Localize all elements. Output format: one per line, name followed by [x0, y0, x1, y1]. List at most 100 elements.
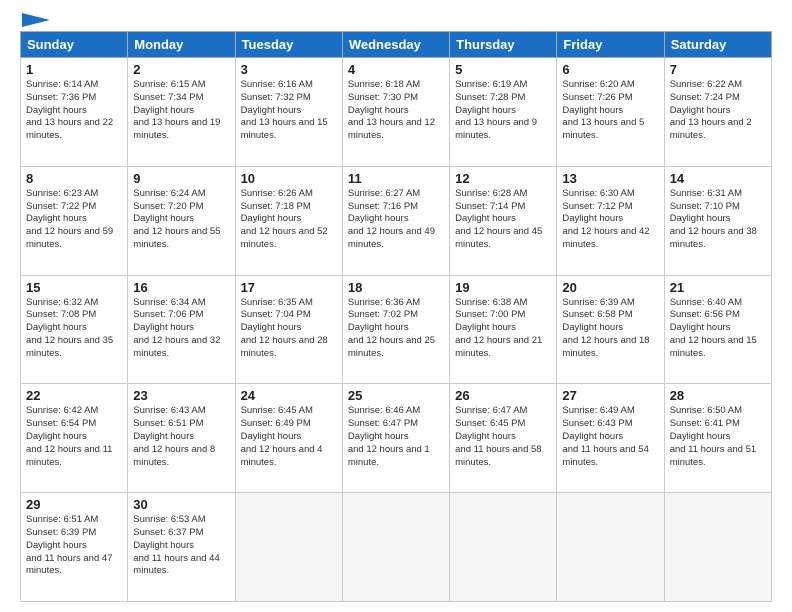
table-row: 17 Sunrise: 6:35 AM Sunset: 7:04 PM Dayl…: [235, 275, 342, 384]
day-info: Sunrise: 6:27 AM Sunset: 7:16 PM Dayligh…: [348, 188, 444, 252]
day-info: Sunrise: 6:47 AM Sunset: 6:45 PM Dayligh…: [455, 405, 551, 469]
day-info: Sunrise: 6:14 AM Sunset: 7:36 PM Dayligh…: [26, 79, 122, 143]
day-info: Sunrise: 6:39 AM Sunset: 6:58 PM Dayligh…: [562, 297, 658, 361]
table-row: 20 Sunrise: 6:39 AM Sunset: 6:58 PM Dayl…: [557, 275, 664, 384]
day-number: 9: [133, 171, 229, 186]
day-number: 2: [133, 62, 229, 77]
day-number: 14: [670, 171, 766, 186]
table-row: 11 Sunrise: 6:27 AM Sunset: 7:16 PM Dayl…: [342, 166, 449, 275]
table-row: 3 Sunrise: 6:16 AM Sunset: 7:32 PM Dayli…: [235, 58, 342, 167]
table-row: 5 Sunrise: 6:19 AM Sunset: 7:28 PM Dayli…: [450, 58, 557, 167]
day-number: 4: [348, 62, 444, 77]
day-info: Sunrise: 6:36 AM Sunset: 7:02 PM Dayligh…: [348, 297, 444, 361]
day-info: Sunrise: 6:45 AM Sunset: 6:49 PM Dayligh…: [241, 405, 337, 469]
day-info: Sunrise: 6:53 AM Sunset: 6:37 PM Dayligh…: [133, 514, 229, 578]
table-row: 6 Sunrise: 6:20 AM Sunset: 7:26 PM Dayli…: [557, 58, 664, 167]
table-row: [450, 493, 557, 602]
day-info: Sunrise: 6:23 AM Sunset: 7:22 PM Dayligh…: [26, 188, 122, 252]
table-row: 26 Sunrise: 6:47 AM Sunset: 6:45 PM Dayl…: [450, 384, 557, 493]
day-number: 18: [348, 280, 444, 295]
day-number: 12: [455, 171, 551, 186]
table-row: 19 Sunrise: 6:38 AM Sunset: 7:00 PM Dayl…: [450, 275, 557, 384]
table-row: 15 Sunrise: 6:32 AM Sunset: 7:08 PM Dayl…: [21, 275, 128, 384]
day-info: Sunrise: 6:49 AM Sunset: 6:43 PM Dayligh…: [562, 405, 658, 469]
day-info: Sunrise: 6:20 AM Sunset: 7:26 PM Dayligh…: [562, 79, 658, 143]
weekday-header-row: Sunday Monday Tuesday Wednesday Thursday…: [21, 32, 772, 58]
day-info: Sunrise: 6:38 AM Sunset: 7:00 PM Dayligh…: [455, 297, 551, 361]
day-number: 20: [562, 280, 658, 295]
table-row: [235, 493, 342, 602]
day-info: Sunrise: 6:42 AM Sunset: 6:54 PM Dayligh…: [26, 405, 122, 469]
header-monday: Monday: [128, 32, 235, 58]
day-number: 6: [562, 62, 658, 77]
day-info: Sunrise: 6:43 AM Sunset: 6:51 PM Dayligh…: [133, 405, 229, 469]
day-number: 19: [455, 280, 551, 295]
header-sunday: Sunday: [21, 32, 128, 58]
calendar-week-row: 8 Sunrise: 6:23 AM Sunset: 7:22 PM Dayli…: [21, 166, 772, 275]
day-number: 17: [241, 280, 337, 295]
day-info: Sunrise: 6:18 AM Sunset: 7:30 PM Dayligh…: [348, 79, 444, 143]
table-row: 22 Sunrise: 6:42 AM Sunset: 6:54 PM Dayl…: [21, 384, 128, 493]
day-info: Sunrise: 6:26 AM Sunset: 7:18 PM Dayligh…: [241, 188, 337, 252]
day-info: Sunrise: 6:30 AM Sunset: 7:12 PM Dayligh…: [562, 188, 658, 252]
table-row: 8 Sunrise: 6:23 AM Sunset: 7:22 PM Dayli…: [21, 166, 128, 275]
day-info: Sunrise: 6:19 AM Sunset: 7:28 PM Dayligh…: [455, 79, 551, 143]
day-number: 1: [26, 62, 122, 77]
day-number: 24: [241, 388, 337, 403]
day-number: 22: [26, 388, 122, 403]
table-row: 25 Sunrise: 6:46 AM Sunset: 6:47 PM Dayl…: [342, 384, 449, 493]
header-saturday: Saturday: [664, 32, 771, 58]
calendar-week-row: 22 Sunrise: 6:42 AM Sunset: 6:54 PM Dayl…: [21, 384, 772, 493]
table-row: 18 Sunrise: 6:36 AM Sunset: 7:02 PM Dayl…: [342, 275, 449, 384]
table-row: 14 Sunrise: 6:31 AM Sunset: 7:10 PM Dayl…: [664, 166, 771, 275]
day-info: Sunrise: 6:24 AM Sunset: 7:20 PM Dayligh…: [133, 188, 229, 252]
day-info: Sunrise: 6:31 AM Sunset: 7:10 PM Dayligh…: [670, 188, 766, 252]
day-info: Sunrise: 6:46 AM Sunset: 6:47 PM Dayligh…: [348, 405, 444, 469]
table-row: 16 Sunrise: 6:34 AM Sunset: 7:06 PM Dayl…: [128, 275, 235, 384]
table-row: 28 Sunrise: 6:50 AM Sunset: 6:41 PM Dayl…: [664, 384, 771, 493]
table-row: 7 Sunrise: 6:22 AM Sunset: 7:24 PM Dayli…: [664, 58, 771, 167]
day-info: Sunrise: 6:28 AM Sunset: 7:14 PM Dayligh…: [455, 188, 551, 252]
table-row: [557, 493, 664, 602]
calendar-week-row: 1 Sunrise: 6:14 AM Sunset: 7:36 PM Dayli…: [21, 58, 772, 167]
day-number: 25: [348, 388, 444, 403]
header-tuesday: Tuesday: [235, 32, 342, 58]
day-number: 26: [455, 388, 551, 403]
calendar-page: Sunday Monday Tuesday Wednesday Thursday…: [0, 0, 792, 612]
header-wednesday: Wednesday: [342, 32, 449, 58]
header: [20, 15, 772, 23]
table-row: 23 Sunrise: 6:43 AM Sunset: 6:51 PM Dayl…: [128, 384, 235, 493]
day-info: Sunrise: 6:50 AM Sunset: 6:41 PM Dayligh…: [670, 405, 766, 469]
day-info: Sunrise: 6:32 AM Sunset: 7:08 PM Dayligh…: [26, 297, 122, 361]
header-thursday: Thursday: [450, 32, 557, 58]
calendar-table: Sunday Monday Tuesday Wednesday Thursday…: [20, 31, 772, 602]
day-number: 5: [455, 62, 551, 77]
day-number: 7: [670, 62, 766, 77]
table-row: [342, 493, 449, 602]
table-row: 1 Sunrise: 6:14 AM Sunset: 7:36 PM Dayli…: [21, 58, 128, 167]
day-info: Sunrise: 6:40 AM Sunset: 6:56 PM Dayligh…: [670, 297, 766, 361]
day-number: 21: [670, 280, 766, 295]
day-number: 3: [241, 62, 337, 77]
table-row: 12 Sunrise: 6:28 AM Sunset: 7:14 PM Dayl…: [450, 166, 557, 275]
day-number: 11: [348, 171, 444, 186]
table-row: 27 Sunrise: 6:49 AM Sunset: 6:43 PM Dayl…: [557, 384, 664, 493]
day-number: 30: [133, 497, 229, 512]
day-number: 10: [241, 171, 337, 186]
logo: [20, 15, 50, 23]
day-number: 27: [562, 388, 658, 403]
table-row: 29 Sunrise: 6:51 AM Sunset: 6:39 PM Dayl…: [21, 493, 128, 602]
table-row: 21 Sunrise: 6:40 AM Sunset: 6:56 PM Dayl…: [664, 275, 771, 384]
day-number: 13: [562, 171, 658, 186]
calendar-week-row: 29 Sunrise: 6:51 AM Sunset: 6:39 PM Dayl…: [21, 493, 772, 602]
day-number: 28: [670, 388, 766, 403]
table-row: 2 Sunrise: 6:15 AM Sunset: 7:34 PM Dayli…: [128, 58, 235, 167]
calendar-week-row: 15 Sunrise: 6:32 AM Sunset: 7:08 PM Dayl…: [21, 275, 772, 384]
table-row: 24 Sunrise: 6:45 AM Sunset: 6:49 PM Dayl…: [235, 384, 342, 493]
day-info: Sunrise: 6:35 AM Sunset: 7:04 PM Dayligh…: [241, 297, 337, 361]
table-row: 13 Sunrise: 6:30 AM Sunset: 7:12 PM Dayl…: [557, 166, 664, 275]
table-row: 30 Sunrise: 6:53 AM Sunset: 6:37 PM Dayl…: [128, 493, 235, 602]
day-info: Sunrise: 6:34 AM Sunset: 7:06 PM Dayligh…: [133, 297, 229, 361]
table-row: 4 Sunrise: 6:18 AM Sunset: 7:30 PM Dayli…: [342, 58, 449, 167]
day-number: 15: [26, 280, 122, 295]
